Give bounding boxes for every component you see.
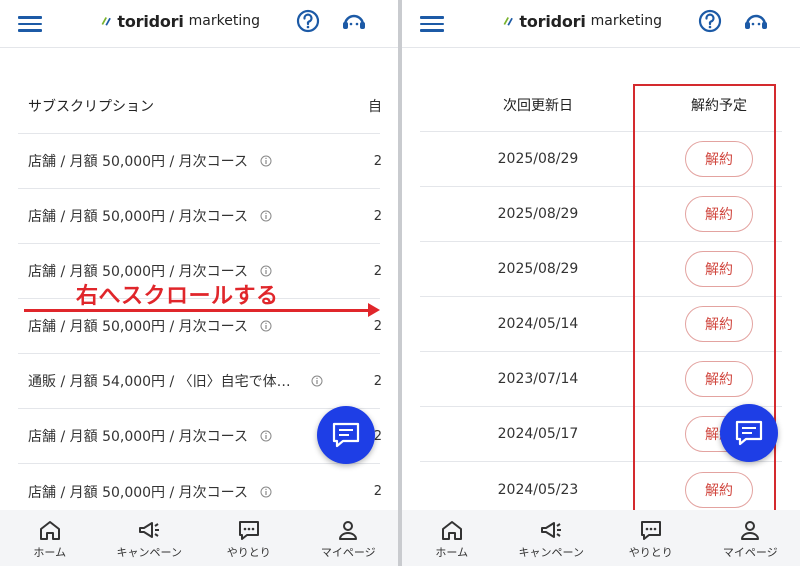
scroll-arrow-head-icon	[368, 303, 380, 317]
logo-text-bold: toridori	[117, 11, 184, 31]
info-icon[interactable]	[260, 320, 272, 332]
logo-text-light: marketing	[188, 13, 260, 29]
megaphone-icon	[139, 522, 160, 538]
logo-text-light: marketing	[590, 13, 662, 29]
bottom-nav: ホーム キャンペーン やりとり マイページ	[402, 510, 800, 566]
chat-button[interactable]	[720, 404, 778, 462]
chat-icon	[332, 422, 360, 448]
message-icon	[640, 521, 661, 540]
app-header: toridori marketing	[0, 0, 398, 48]
logo-text-bold: toridori	[519, 11, 586, 31]
subscription-column-header: サブスクリプション	[28, 98, 154, 115]
cut-column-header: 自	[368, 98, 382, 115]
nav-mypage[interactable]: マイページ	[299, 510, 399, 566]
next-renewal-header: 次回更新日	[503, 97, 573, 114]
menu-icon[interactable]	[420, 12, 444, 34]
nav-campaign[interactable]: キャンペーン	[502, 510, 602, 566]
menu-icon[interactable]	[18, 12, 42, 34]
subscription-name: 店舗 / 月額 50,000円 / 月次コース	[28, 209, 248, 225]
table-row[interactable]: 通販 / 月額 54,000円 / 〈旧〉自宅で体… 2	[18, 354, 382, 409]
scroll-arrow-line	[24, 309, 374, 312]
nav-mypage-label: マイページ	[722, 546, 778, 559]
logo-mark-icon	[101, 17, 111, 26]
right-panel: toridori marketing 次回更新日 解約予定 2025/08/29…	[402, 0, 800, 566]
scroll-annotation: 右へスクロールする	[76, 284, 279, 309]
cut-cell: 2	[373, 373, 382, 389]
renewal-date: 2024/05/17	[497, 426, 579, 442]
info-icon[interactable]	[260, 210, 272, 222]
nav-mypage-label: マイページ	[320, 546, 376, 559]
nav-campaign-label: キャンペーン	[518, 546, 584, 559]
info-icon[interactable]	[260, 486, 272, 498]
renewal-date: 2025/08/29	[497, 151, 579, 167]
nav-messages-label: やりとり	[628, 546, 673, 559]
chat-icon	[735, 420, 763, 446]
cut-cell: 2	[373, 484, 382, 499]
cut-cell: 2	[373, 318, 382, 334]
subscription-name: 店舗 / 月額 50,000円 / 月次コース	[28, 319, 248, 335]
info-icon[interactable]	[311, 375, 323, 387]
nav-messages-label: やりとり	[226, 546, 271, 559]
bottom-nav: ホーム キャンペーン やりとり マイページ	[0, 510, 398, 566]
megaphone-icon	[541, 522, 562, 538]
support-icon[interactable]	[340, 7, 368, 35]
left-panel: toridori marketing サブスクリプション 自 店舗 / 月額 5…	[0, 0, 398, 566]
table-row[interactable]: 店舗 / 月額 50,000円 / 月次コース 2	[18, 189, 382, 244]
person-icon	[339, 521, 358, 540]
cut-cell: 2	[373, 263, 382, 279]
logo[interactable]: toridori marketing	[502, 10, 662, 32]
subscription-name: 店舗 / 月額 50,000円 / 月次コース	[28, 484, 248, 501]
renewal-date: 2024/05/14	[497, 316, 579, 332]
logo[interactable]: toridori marketing	[100, 10, 260, 32]
renewal-date: 2023/07/14	[497, 371, 579, 387]
info-icon[interactable]	[260, 155, 272, 167]
home-icon	[39, 521, 60, 540]
subscription-name: 通販 / 月額 54,000円 / 〈旧〉自宅で体…	[28, 374, 291, 390]
chat-button[interactable]	[317, 406, 375, 464]
nav-mypage[interactable]: マイページ	[701, 510, 800, 566]
nav-campaign-label: キャンペーン	[116, 546, 182, 559]
table-header: サブスクリプション 自	[18, 78, 382, 134]
nav-campaign[interactable]: キャンペーン	[100, 510, 200, 566]
support-icon[interactable]	[742, 7, 770, 35]
cut-cell: 2	[373, 153, 382, 169]
person-icon	[741, 521, 760, 540]
home-icon	[441, 521, 462, 540]
table-row[interactable]: 店舗 / 月額 50,000円 / 月次コース 2	[18, 134, 382, 189]
renewal-date: 2025/08/29	[497, 206, 579, 222]
renewal-date: 2025/08/29	[497, 261, 579, 277]
subscription-name: 店舗 / 月額 50,000円 / 月次コース	[28, 154, 248, 170]
subscription-name: 店舗 / 月額 50,000円 / 月次コース	[28, 429, 248, 445]
help-icon[interactable]	[696, 7, 724, 35]
info-icon[interactable]	[260, 430, 272, 442]
nav-home[interactable]: ホーム	[402, 510, 502, 566]
renewal-date: 2024/05/23	[497, 481, 579, 498]
cut-cell: 2	[373, 208, 382, 224]
logo-mark-icon	[503, 17, 513, 26]
nav-messages[interactable]: やりとり	[199, 510, 299, 566]
help-icon[interactable]	[294, 7, 322, 35]
nav-home-label: ホーム	[435, 546, 469, 559]
nav-home[interactable]: ホーム	[0, 510, 100, 566]
message-icon	[238, 521, 259, 540]
nav-home-label: ホーム	[33, 546, 67, 559]
nav-messages[interactable]: やりとり	[601, 510, 701, 566]
info-icon[interactable]	[260, 265, 272, 277]
app-header: toridori marketing	[402, 0, 800, 48]
